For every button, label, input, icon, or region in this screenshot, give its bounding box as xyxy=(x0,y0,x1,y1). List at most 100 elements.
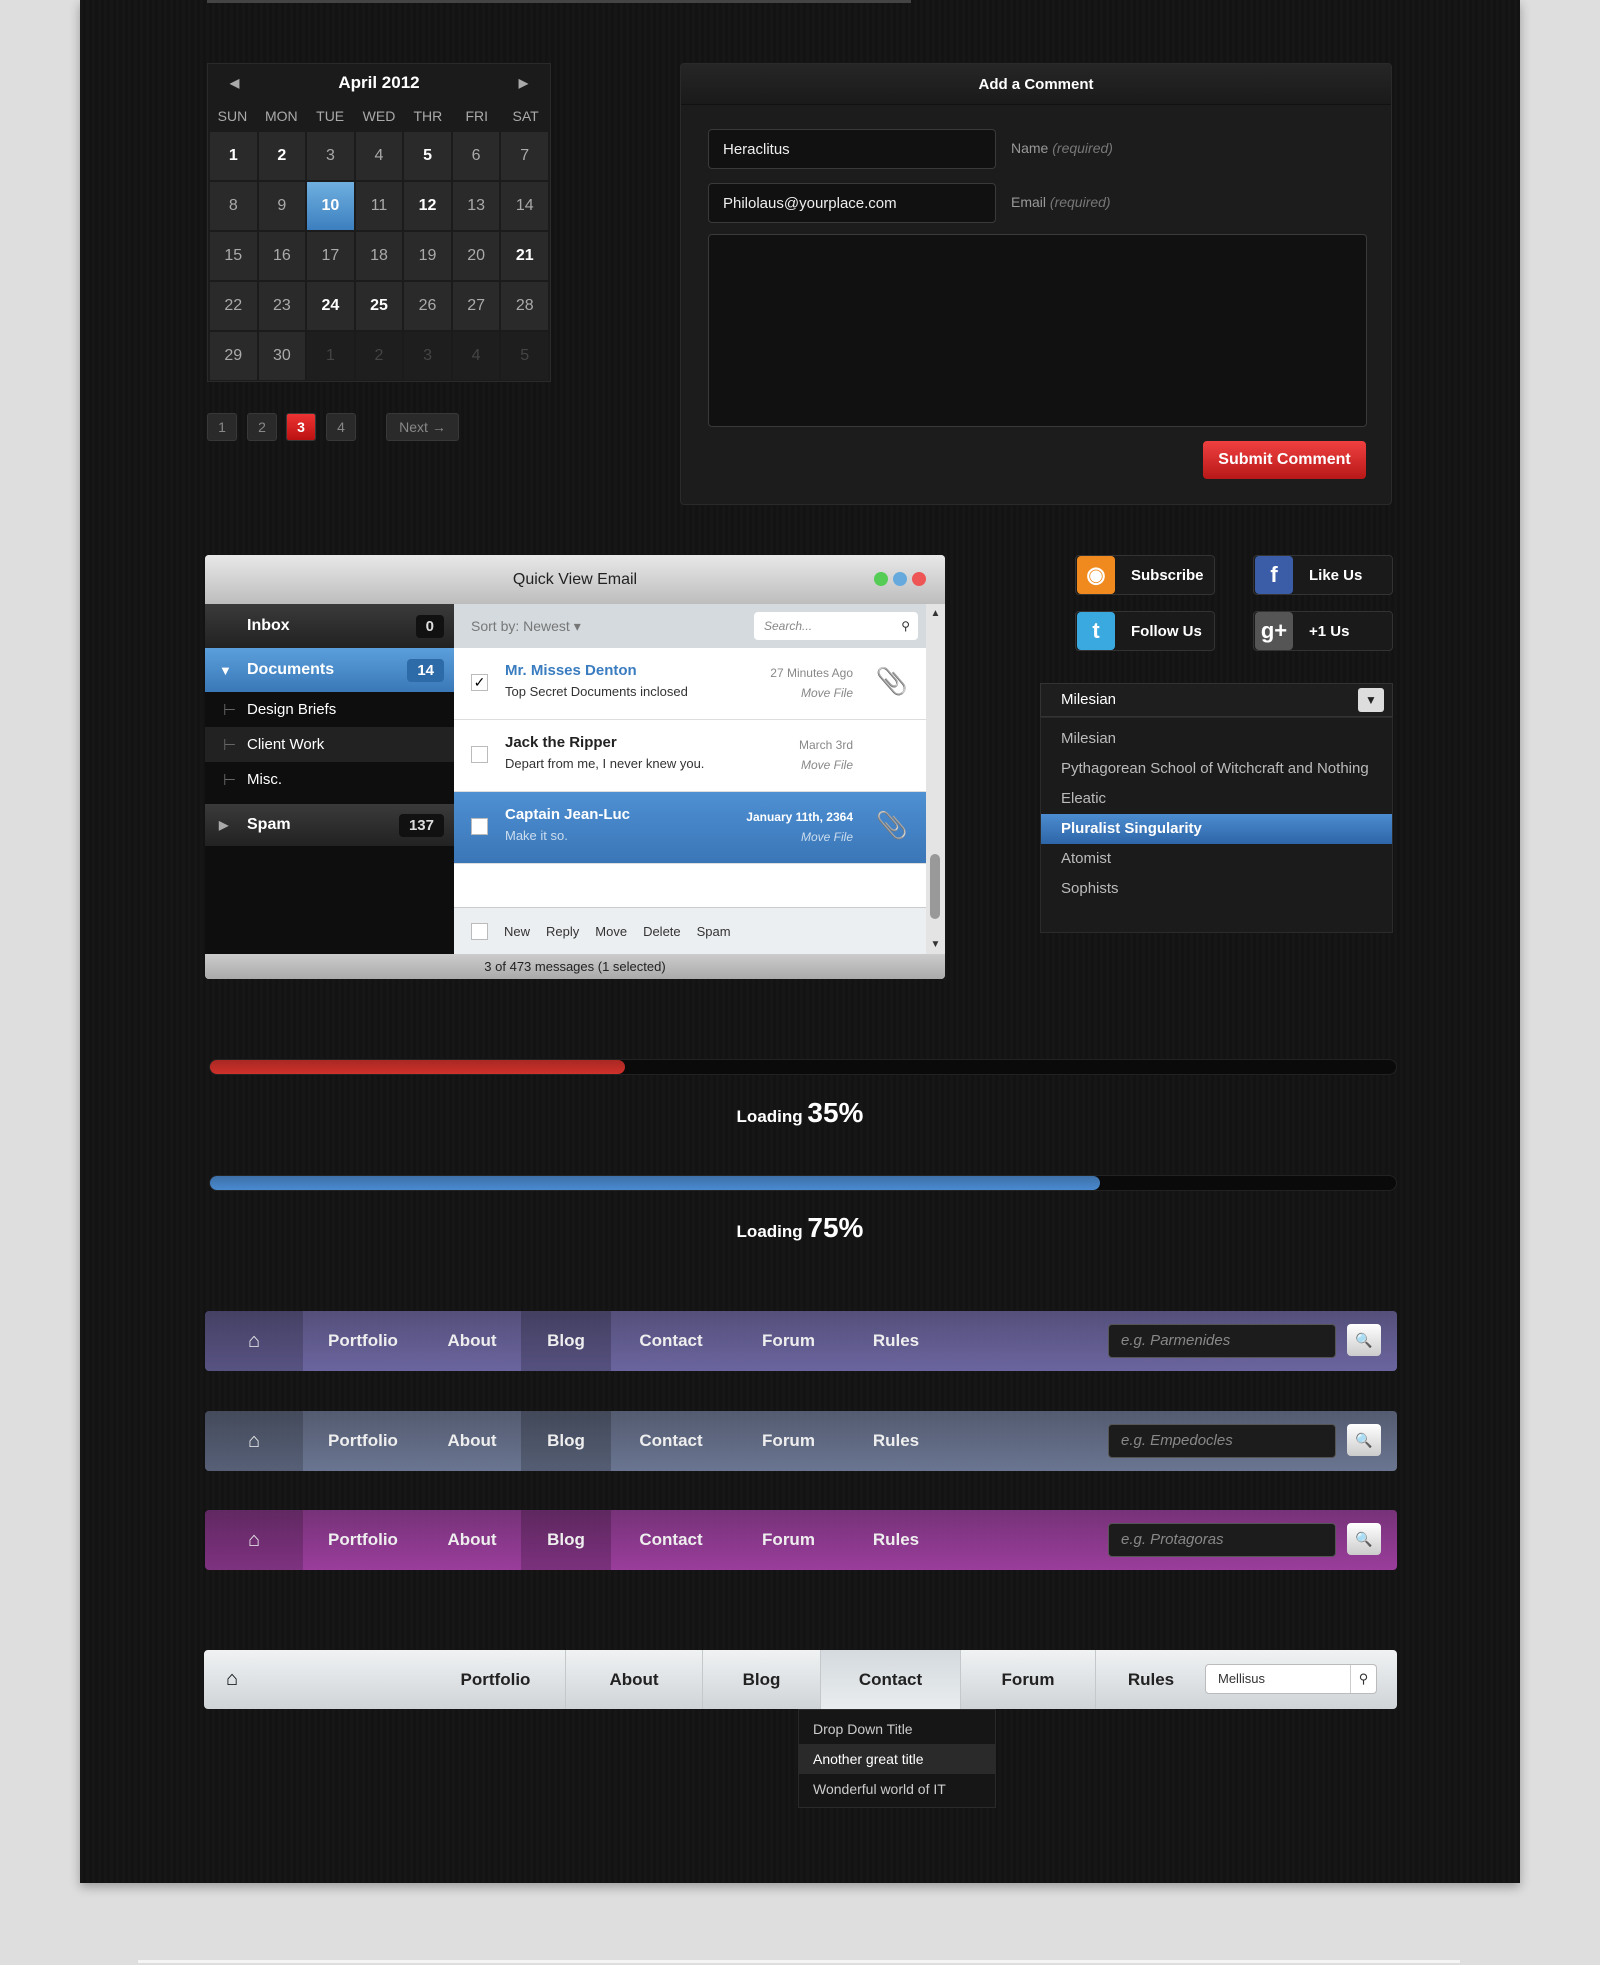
next-month-icon[interactable]: ▶ xyxy=(519,76,528,90)
calendar-day[interactable]: 12 xyxy=(404,182,451,230)
search-icon[interactable]: ⚲ xyxy=(1350,1665,1376,1693)
nav-item-blog[interactable]: Blog xyxy=(521,1311,611,1371)
move-file-link[interactable]: Move File xyxy=(801,686,853,700)
calendar-day[interactable]: 13 xyxy=(452,182,500,230)
nav-item-portfolio[interactable]: Portfolio xyxy=(303,1311,423,1371)
search-button[interactable]: 🔍 xyxy=(1347,1324,1381,1356)
select-option[interactable]: Pluralist Singularity xyxy=(1041,814,1392,844)
nav-item-blog[interactable]: Blog xyxy=(521,1510,611,1570)
folder-documents[interactable]: ▼ Documents 14 xyxy=(205,648,454,692)
calendar-day[interactable]: 7 xyxy=(501,132,548,180)
nav-item-contact[interactable]: Contact xyxy=(611,1311,731,1371)
nav-item-about[interactable]: About xyxy=(423,1510,521,1570)
prev-month-icon[interactable]: ◀ xyxy=(230,76,239,90)
calendar-day[interactable]: 25 xyxy=(355,282,403,330)
calendar-day[interactable]: 16 xyxy=(258,232,306,280)
light-nav-forum[interactable]: Forum xyxy=(960,1650,1095,1709)
calendar-day[interactable]: 14 xyxy=(501,182,548,230)
next-page-button[interactable]: Next → xyxy=(386,413,459,441)
calendar-day[interactable]: 19 xyxy=(404,232,451,280)
nav-item-about[interactable]: About xyxy=(423,1411,521,1471)
dropdown-item[interactable]: Drop Down Title xyxy=(799,1714,995,1744)
calendar-day[interactable]: 21 xyxy=(501,232,548,280)
calendar-day[interactable]: 28 xyxy=(501,282,548,330)
submit-comment-button[interactable]: Submit Comment xyxy=(1203,441,1366,479)
search-button[interactable]: 🔍 xyxy=(1347,1424,1381,1456)
select-option[interactable]: Pythagorean School of Witchcraft and Not… xyxy=(1041,754,1392,784)
calendar-day[interactable]: 5 xyxy=(501,332,548,380)
action-move[interactable]: Move xyxy=(595,924,627,939)
calendar-day[interactable]: 6 xyxy=(452,132,500,180)
folder-misc[interactable]: ⊢ Misc. xyxy=(205,762,454,797)
email-search-input[interactable]: Search... ⚲ xyxy=(754,612,918,640)
calendar-day[interactable]: 4 xyxy=(452,332,500,380)
home-button[interactable]: ⌂ xyxy=(205,1411,303,1471)
move-file-link[interactable]: Move File xyxy=(801,830,853,844)
nav-item-contact[interactable]: Contact xyxy=(611,1411,731,1471)
calendar-day[interactable]: 22 xyxy=(210,282,257,330)
calendar-day[interactable]: 27 xyxy=(452,282,500,330)
select-option[interactable]: Atomist xyxy=(1041,844,1392,874)
follow-us-button[interactable]: t Follow Us xyxy=(1075,611,1215,651)
calendar-day[interactable]: 30 xyxy=(258,332,306,380)
select-option[interactable]: Eleatic xyxy=(1041,784,1392,814)
search-button[interactable]: 🔍 xyxy=(1347,1523,1381,1555)
message-row[interactable]: Jack the Ripper Depart from me, I never k… xyxy=(454,720,926,792)
maximize-button[interactable] xyxy=(874,572,888,586)
close-button[interactable] xyxy=(912,572,926,586)
nav-item-blog[interactable]: Blog xyxy=(521,1411,611,1471)
move-file-link[interactable]: Move File xyxy=(801,758,853,772)
calendar-day[interactable]: 8 xyxy=(210,182,257,230)
message-row[interactable]: ✓ Mr. Misses Denton Top Secret Documents i… xyxy=(454,648,926,720)
calendar-day[interactable]: 1 xyxy=(307,332,354,380)
calendar-day[interactable]: 3 xyxy=(307,132,354,180)
home-button[interactable]: ⌂ xyxy=(205,1510,303,1570)
light-search-input[interactable]: Mellisus ⚲ xyxy=(1205,1664,1377,1694)
calendar-day[interactable]: 10 xyxy=(307,182,354,230)
calendar-day[interactable]: 2 xyxy=(258,132,306,180)
nav-search-input[interactable]: e.g. Empedocles xyxy=(1108,1424,1336,1458)
calendar-day[interactable]: 24 xyxy=(307,282,354,330)
nav-item-forum[interactable]: Forum xyxy=(731,1411,846,1471)
light-nav-about[interactable]: About xyxy=(565,1650,702,1709)
paperclip-icon[interactable]: 📎 xyxy=(876,810,908,841)
calendar-day[interactable]: 18 xyxy=(355,232,403,280)
light-nav-rules[interactable]: Rules xyxy=(1095,1650,1206,1709)
nav-item-contact[interactable]: Contact xyxy=(611,1510,731,1570)
folder-inbox[interactable]: Inbox 0 xyxy=(205,604,454,648)
nav-search-input[interactable]: e.g. Protagoras xyxy=(1108,1523,1336,1557)
dropdown-item[interactable]: Another great title xyxy=(799,1744,995,1774)
minimize-button[interactable] xyxy=(893,572,907,586)
select-option[interactable]: Milesian xyxy=(1041,724,1392,754)
light-nav-blog[interactable]: Blog xyxy=(702,1650,820,1709)
calendar-day[interactable]: 15 xyxy=(210,232,257,280)
nav-item-rules[interactable]: Rules xyxy=(846,1411,946,1471)
home-icon[interactable]: ⌂ xyxy=(226,1668,238,1691)
nav-search-input[interactable]: e.g. Parmenides xyxy=(1108,1324,1336,1358)
like-us-button[interactable]: f Like Us xyxy=(1253,555,1393,595)
calendar-day[interactable]: 26 xyxy=(404,282,451,330)
message-checkbox[interactable] xyxy=(471,746,488,763)
paperclip-icon[interactable]: 📎 xyxy=(876,666,908,697)
home-button[interactable]: ⌂ xyxy=(205,1311,303,1371)
select-all-checkbox[interactable] xyxy=(471,922,488,940)
nav-item-rules[interactable]: Rules xyxy=(846,1510,946,1570)
action-spam[interactable]: Spam xyxy=(697,924,731,939)
nav-item-forum[interactable]: Forum xyxy=(731,1311,846,1371)
page-1-button[interactable]: 1 xyxy=(207,413,237,441)
action-reply[interactable]: Reply xyxy=(546,924,579,939)
nav-item-rules[interactable]: Rules xyxy=(846,1311,946,1371)
folder-spam[interactable]: ▶ Spam 137 xyxy=(205,804,454,846)
folder-design-briefs[interactable]: ⊢ Design Briefs xyxy=(205,692,454,727)
calendar-day[interactable]: 3 xyxy=(404,332,451,380)
nav-item-forum[interactable]: Forum xyxy=(731,1510,846,1570)
action-delete[interactable]: Delete xyxy=(643,924,681,939)
calendar-day[interactable]: 2 xyxy=(355,332,403,380)
comment-textarea[interactable] xyxy=(708,234,1367,427)
folder-client-work[interactable]: ⊢ Client Work xyxy=(205,727,454,762)
sort-dropdown[interactable]: Sort by: Newest ▾ xyxy=(471,618,581,635)
select-option[interactable]: Sophists xyxy=(1041,874,1392,904)
message-checkbox[interactable]: ✓ xyxy=(471,674,488,691)
calendar-day[interactable]: 5 xyxy=(404,132,451,180)
page-3-button[interactable]: 3 xyxy=(286,413,316,441)
